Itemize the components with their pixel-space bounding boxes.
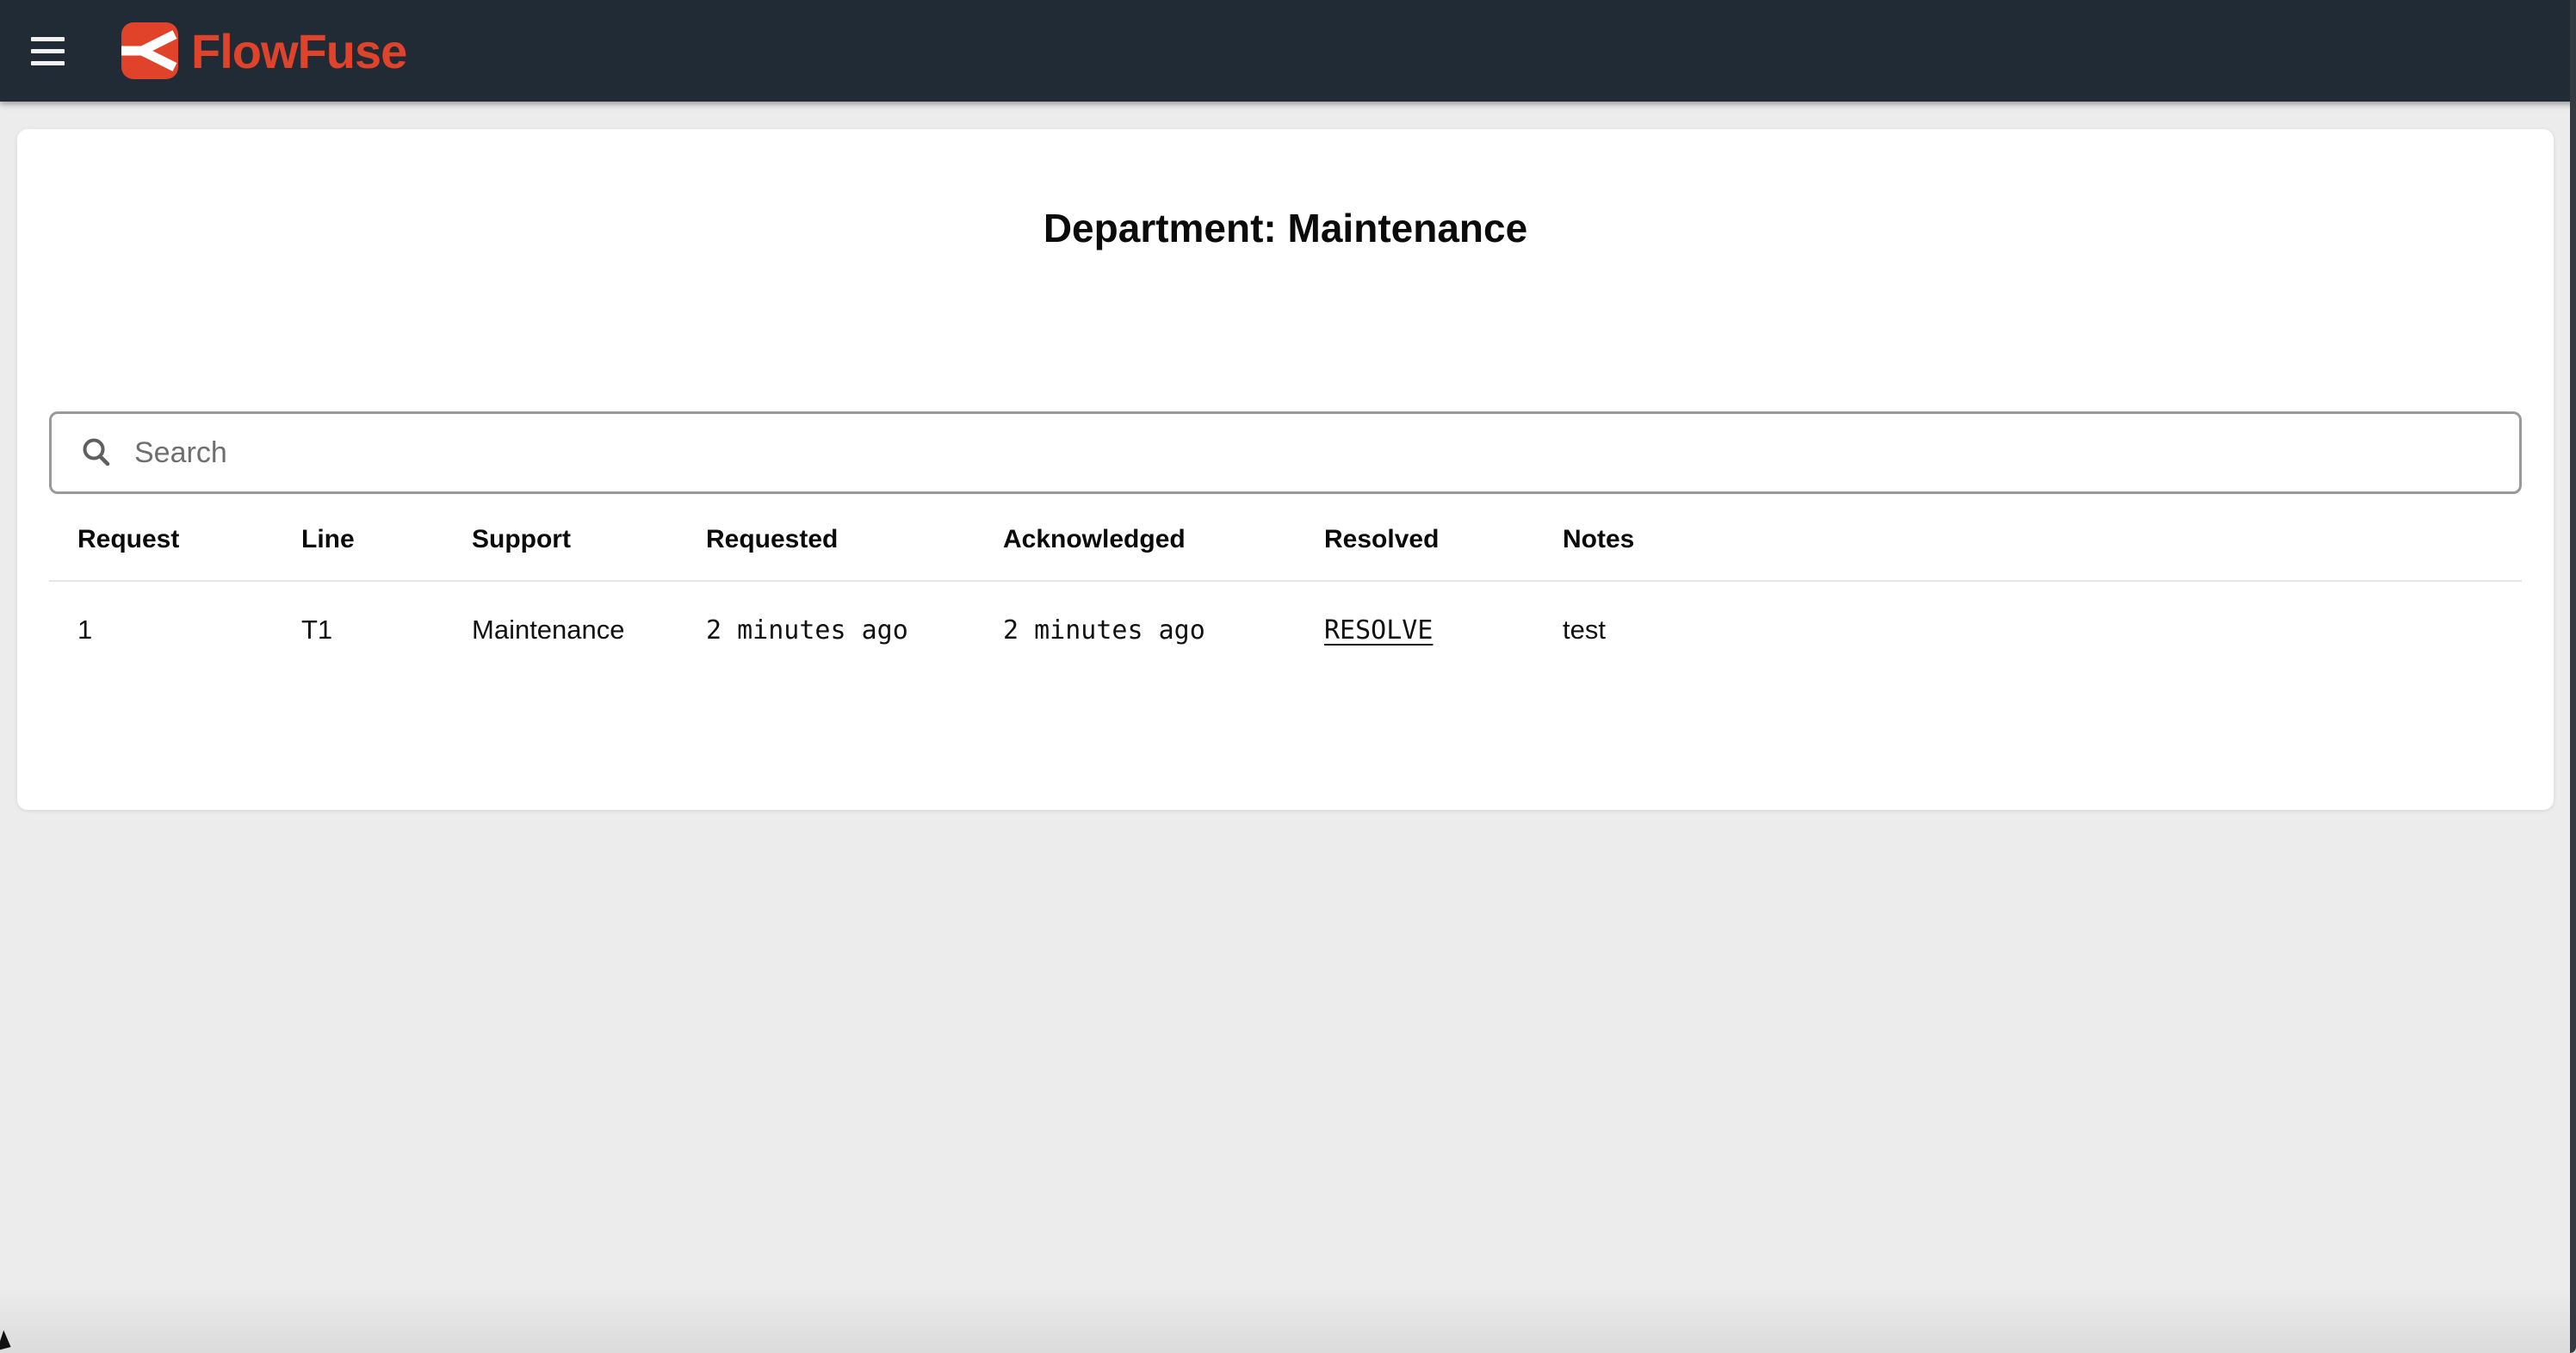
table-header-row: Request Line Support Requested Acknowled… xyxy=(49,494,2522,582)
mouse-cursor xyxy=(0,1330,15,1353)
app-header: FlowFuse xyxy=(0,0,2576,102)
column-header-support: Support xyxy=(472,525,706,554)
window-right-edge xyxy=(2570,0,2576,1353)
content-card: Department: Maintenance Request Line Sup… xyxy=(17,129,2554,810)
cell-line: T1 xyxy=(301,615,472,646)
cell-acknowledged: 2 minutes ago xyxy=(1003,615,1324,646)
cell-requested: 2 minutes ago xyxy=(706,615,1003,646)
table-row: 1 T1 Maintenance 2 minutes ago 2 minutes… xyxy=(49,582,2522,646)
bottom-shadow xyxy=(0,1284,2576,1353)
column-header-resolved: Resolved xyxy=(1324,525,1563,554)
search-box[interactable] xyxy=(49,411,2522,494)
hamburger-menu-icon[interactable] xyxy=(31,26,81,76)
search-icon xyxy=(79,436,114,470)
cell-support: Maintenance xyxy=(472,615,706,646)
page-title: Department: Maintenance xyxy=(17,129,2554,251)
column-header-line: Line xyxy=(301,525,472,554)
column-header-request: Request xyxy=(77,525,301,554)
cell-notes: test xyxy=(1563,615,2522,646)
search-input[interactable] xyxy=(134,418,2502,487)
column-header-acknowledged: Acknowledged xyxy=(1003,525,1324,554)
column-header-notes: Notes xyxy=(1563,525,2522,554)
search-bar xyxy=(49,411,2522,494)
column-header-requested: Requested xyxy=(706,525,1003,554)
brand-wordmark: FlowFuse xyxy=(191,23,406,79)
resolve-link[interactable]: RESOLVE xyxy=(1324,615,1433,646)
flowfuse-fork-icon xyxy=(121,22,178,79)
cell-request: 1 xyxy=(77,615,301,646)
brand-logo[interactable]: FlowFuse xyxy=(121,22,406,79)
